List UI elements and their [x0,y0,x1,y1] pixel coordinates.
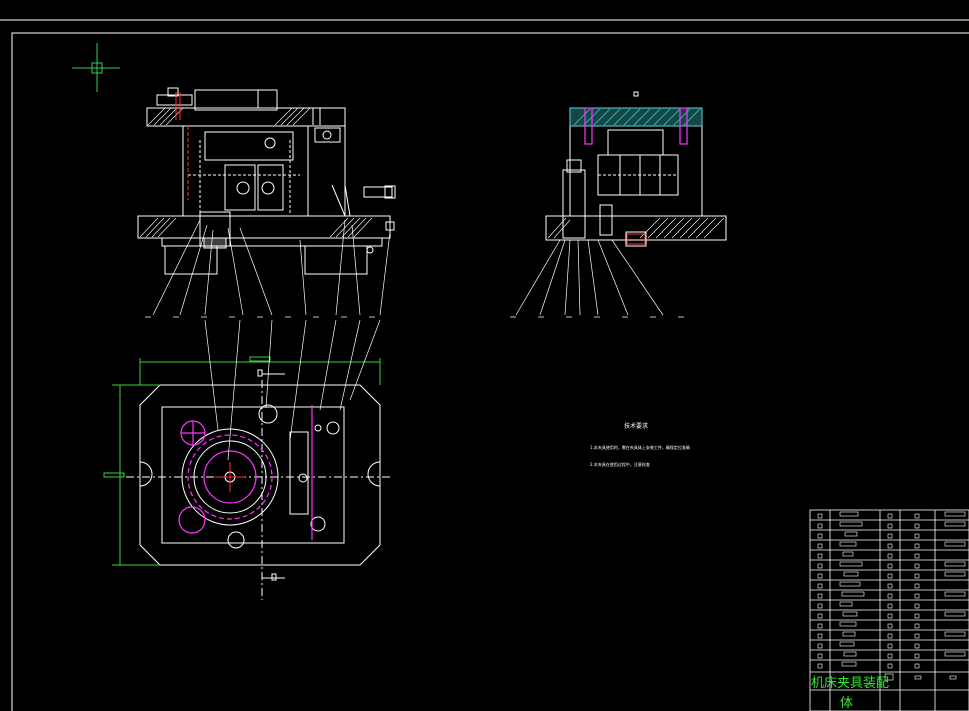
cad-drawing-canvas[interactable] [0,0,969,711]
side-view-cyan-hatch [569,107,703,127]
title-block-drawing-name: 机床夹具装配 [811,676,890,691]
technical-requirements-title: 技术要求 [624,423,649,430]
technical-requirement-note-1: 1.本夹具使用时，需在夹具体上安装工件，确保定位准确 [590,445,690,450]
technical-requirement-note-2: 2.本夹具在使用过程中，注意检查 [590,462,650,467]
title-block-drawing-name-continued: 体 [840,696,854,711]
